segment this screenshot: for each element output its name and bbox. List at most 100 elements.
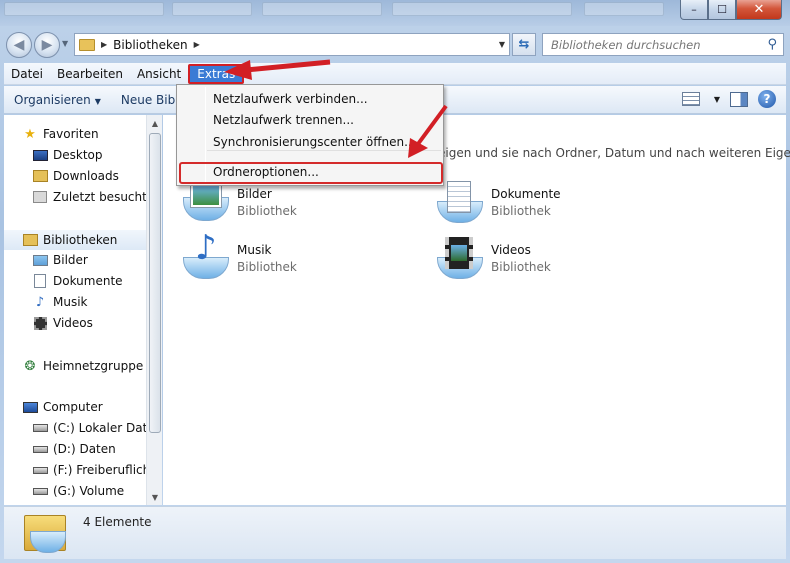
scroll-up-icon[interactable]: ▲ [147,115,163,131]
menu-extras[interactable]: Extras [188,63,245,84]
menu-file[interactable]: Datei [4,64,50,84]
recent-pages-dropdown[interactable]: ▼ [62,39,68,48]
nav-libraries-label: Bibliotheken [43,233,118,247]
documents-library-icon [435,181,485,225]
new-library-button[interactable]: Neue Bib [111,93,185,107]
view-dropdown-icon[interactable]: ▼ [714,95,720,104]
library-name: Videos [491,243,531,257]
recent-places-icon [32,190,48,204]
pictures-library-icon [181,181,231,225]
breadcrumb-chevron-icon[interactable]: ▶ [194,40,200,49]
nav-downloads-label: Downloads [53,169,119,183]
menu-separator [207,150,441,151]
forward-button[interactable]: ▶ [34,32,60,58]
library-name: Dokumente [491,187,561,201]
nav-music-label: Musik [53,295,88,309]
nav-videos-label: Videos [53,316,93,330]
menu-view[interactable]: Ansicht [130,64,188,84]
nav-pictures-label: Bilder [53,253,88,267]
nav-computer[interactable]: Computer [22,397,162,417]
libraries-large-icon [22,511,70,555]
search-icon[interactable]: ⚲ [767,37,777,52]
libraries-description: eigen und sie nach Ordner, Datum und nac… [438,146,790,160]
library-type: Bibliothek [237,260,297,274]
library-type: Bibliothek [491,260,551,274]
libraries-icon [22,233,38,247]
nav-favorites-label: Favoriten [43,127,99,141]
extras-dropdown-menu: Netzlaufwerk verbinden... Netzlaufwerk t… [176,84,444,186]
breadcrumb-libraries[interactable]: Bibliotheken [113,38,187,52]
libraries-folder-icon [79,38,95,51]
menu-item-sync-center[interactable]: Synchronisierungscenter öffnen... [213,135,416,149]
help-icon[interactable]: ? [758,90,776,108]
nav-recent-label: Zuletzt besucht [53,190,147,204]
window-controls: – ☐ ✕ [680,0,782,20]
view-options-icon[interactable] [681,92,700,106]
library-tile-videos[interactable]: Videos Bibliothek [435,237,675,287]
nav-libraries[interactable]: Bibliotheken [4,230,146,250]
library-tile-documents[interactable]: Dokumente Bibliothek [435,181,675,231]
pictures-icon [32,253,48,267]
back-button[interactable]: ◀ [6,32,32,58]
nav-drive-d-label: (D:) Daten [53,442,116,456]
star-icon: ★ [24,126,36,142]
nav-favorites[interactable]: ★ Favoriten [22,124,162,144]
title-bar: – ☐ ✕ [0,0,790,26]
search-box: ⚲ [542,33,784,56]
library-name: Bilder [237,187,272,201]
toolbar-right: ▼ ? [681,90,776,108]
close-button[interactable]: ✕ [736,0,782,20]
details-pane: 4 Elemente [4,506,786,559]
preview-pane-icon[interactable] [730,91,748,107]
documents-icon [32,274,48,288]
menu-item-disconnect-network-drive[interactable]: Netzlaufwerk trennen... [213,113,354,127]
refresh-button[interactable]: ⇆ [512,33,536,56]
organize-button[interactable]: Organisieren ▼ [4,93,111,107]
forward-arrow-icon: ▶ [41,37,53,53]
address-bar[interactable]: ▶ Bibliotheken ▶ ▼ [74,33,510,56]
refresh-icon: ⇆ [518,37,530,52]
address-row: ◀ ▶ ▼ ▶ Bibliotheken ▶ ▼ ⇆ ⚲ [0,30,790,60]
menu-edit[interactable]: Bearbeiten [50,64,130,84]
folder-options-annotation-box [179,162,443,184]
nav-homegroup-label: Heimnetzgruppe [43,359,144,373]
system-drive-icon [32,421,48,435]
address-history-dropdown[interactable]: ▼ [499,40,505,49]
menu-item-map-network-drive[interactable]: Netzlaufwerk verbinden... [213,92,368,106]
explorer-window: – ☐ ✕ ◀ ▶ ▼ ▶ Bibliotheken ▶ ▼ ⇆ ⚲ Datei… [0,0,790,563]
library-tile-pictures[interactable]: Bilder Bibliothek [181,181,421,231]
music-library-icon: ♪ [181,231,231,281]
maximize-button[interactable]: ☐ [708,0,736,20]
music-note-icon: ♪ [35,294,45,310]
scroll-thumb[interactable] [149,133,161,433]
library-type: Bibliothek [237,204,297,218]
breadcrumb-chevron-icon[interactable]: ▶ [101,40,107,49]
nav-computer-label: Computer [43,400,103,414]
nav-scrollbar[interactable]: ▲ ▼ [146,115,162,505]
nav-desktop-label: Desktop [53,148,103,162]
videos-library-icon [435,237,485,281]
nav-homegroup[interactable]: ❂ Heimnetzgruppe [22,356,162,376]
desktop-icon [32,148,48,162]
chevron-down-icon: ▼ [94,96,101,106]
library-tile-music[interactable]: ♪ Musik Bibliothek [181,231,421,287]
hard-drive-icon [32,463,48,477]
minimize-button[interactable]: – [680,0,708,20]
nav-drive-g-label: (G:) Volume [53,484,125,498]
hard-drive-icon [32,442,48,456]
item-count: 4 Elemente [83,515,152,529]
computer-icon [22,400,38,414]
nav-drive-f-label: (F:) Freiberufliche [53,463,158,477]
film-icon [32,316,48,330]
homegroup-icon: ❂ [24,358,36,374]
search-input[interactable] [551,37,761,52]
library-name: Musik [237,243,272,257]
nav-documents-label: Dokumente [53,274,123,288]
background-taskbar-ghost [0,2,680,18]
downloads-folder-icon [32,169,48,183]
navigation-pane: ★ Favoriten Desktop Downloads Zuletzt be… [4,115,162,505]
scroll-down-icon[interactable]: ▼ [147,489,163,505]
organize-label: Organisieren [14,92,91,107]
back-arrow-icon: ◀ [13,37,25,53]
menu-bar: Datei Bearbeiten Ansicht Extras [4,63,786,85]
